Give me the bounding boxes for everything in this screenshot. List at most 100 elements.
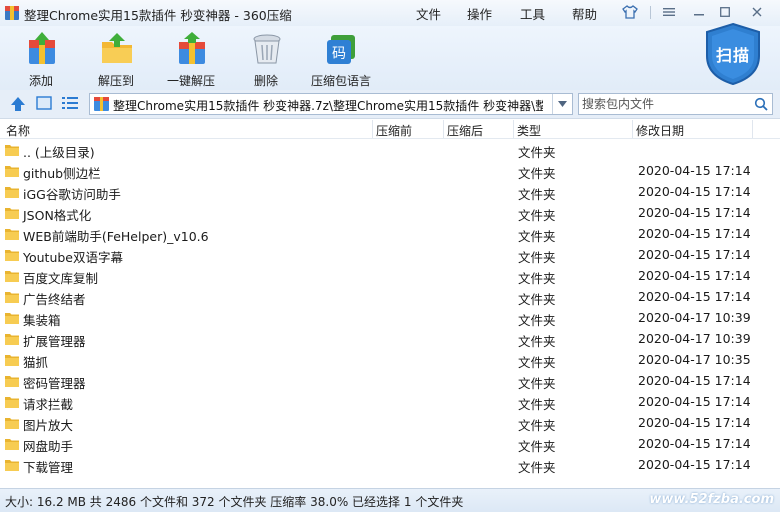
menu-tools[interactable]: 工具 bbox=[520, 4, 545, 23]
file-name: 请求拦截 bbox=[23, 397, 74, 412]
folder-icon bbox=[5, 353, 19, 367]
up-arrow-icon[interactable] bbox=[10, 96, 26, 112]
search-input[interactable] bbox=[582, 96, 750, 112]
column-after[interactable]: 压缩后 bbox=[447, 122, 483, 139]
table-row[interactable]: 广告终结者 文件夹 2020-04-15 17:14 bbox=[0, 287, 780, 308]
shirt-icon bbox=[622, 5, 638, 19]
table-row[interactable]: iGG谷歌访问助手 文件夹 2020-04-15 17:14 bbox=[0, 182, 780, 203]
chevron-down-icon bbox=[558, 101, 567, 107]
table-row[interactable]: Youtube双语字幕 文件夹 2020-04-15 17:14 bbox=[0, 245, 780, 266]
file-list-header: 名称 压缩前 压缩后 类型 修改日期 bbox=[0, 119, 780, 139]
file-type: 文件夹 bbox=[518, 229, 556, 244]
main-menu-button[interactable] bbox=[658, 3, 680, 21]
details-view-icon[interactable] bbox=[62, 96, 78, 110]
search-icon[interactable] bbox=[754, 97, 768, 111]
table-row[interactable]: 百度文库复制 文件夹 2020-04-15 17:14 bbox=[0, 266, 780, 287]
close-button[interactable] bbox=[746, 3, 768, 21]
folder-icon bbox=[5, 332, 19, 346]
folder-icon bbox=[5, 374, 19, 388]
delete-label: 删除 bbox=[253, 74, 278, 88]
file-modified-date: 2020-04-17 10:39 bbox=[638, 310, 751, 325]
add-button[interactable]: 添加 bbox=[6, 30, 76, 88]
archive-language-button[interactable]: 码 压缩包语言 bbox=[306, 30, 376, 88]
search-box bbox=[578, 93, 773, 115]
table-row[interactable]: 请求拦截 文件夹 2020-04-15 17:14 bbox=[0, 392, 780, 413]
archive-icon bbox=[94, 97, 109, 111]
menu-help[interactable]: 帮助 bbox=[572, 4, 597, 23]
file-modified-date: 2020-04-15 17:14 bbox=[638, 289, 751, 304]
table-row[interactable]: 网盘助手 文件夹 2020-04-15 17:14 bbox=[0, 434, 780, 455]
table-row[interactable]: 图片放大 文件夹 2020-04-15 17:14 bbox=[0, 413, 780, 434]
menu-file[interactable]: 文件 bbox=[416, 4, 441, 23]
skin-button[interactable] bbox=[619, 3, 641, 21]
table-row[interactable]: WEB前端助手(FeHelper)_v10.6 文件夹 2020-04-15 17:… bbox=[0, 224, 780, 245]
title-separator bbox=[650, 6, 651, 19]
table-row[interactable]: github侧边栏 文件夹 2020-04-15 17:14 bbox=[0, 161, 780, 182]
file-type: 文件夹 bbox=[518, 208, 556, 223]
file-name: iGG谷歌访问助手 bbox=[23, 187, 121, 202]
title-bar: 整理Chrome实用15款插件 秒变神器 - 360压缩 文件 操作 工具 帮助 bbox=[0, 0, 780, 26]
file-name: 广告终结者 bbox=[23, 292, 86, 307]
table-row[interactable]: 集装箱 文件夹 2020-04-17 10:39 bbox=[0, 308, 780, 329]
column-name[interactable]: 名称 bbox=[6, 122, 30, 139]
file-modified-date: 2020-04-15 17:14 bbox=[638, 457, 751, 472]
column-divider[interactable] bbox=[513, 120, 514, 138]
column-divider[interactable] bbox=[372, 120, 373, 138]
scan-button[interactable]: 扫描 bbox=[705, 42, 761, 66]
file-modified-date: 2020-04-15 17:14 bbox=[638, 268, 751, 283]
column-divider[interactable] bbox=[752, 120, 753, 138]
folder-icon bbox=[5, 143, 19, 157]
file-name: 集装箱 bbox=[23, 313, 61, 328]
file-name: .. (上级目录) bbox=[23, 145, 95, 160]
folder-icon bbox=[5, 248, 19, 262]
column-divider[interactable] bbox=[632, 120, 633, 138]
maximize-icon bbox=[720, 7, 730, 17]
address-dropdown-button[interactable] bbox=[552, 94, 572, 114]
window-title: 整理Chrome实用15款插件 秒变神器 - 360压缩 bbox=[24, 8, 292, 23]
language-code-icon: 码 bbox=[327, 35, 355, 64]
address-bar[interactable]: 整理Chrome实用15款插件 秒变神器.7z\整理Chrome实用15款插件 … bbox=[89, 93, 573, 115]
file-type: 文件夹 bbox=[518, 397, 556, 412]
extract-to-button[interactable]: 解压到 bbox=[81, 30, 151, 88]
menu-operations[interactable]: 操作 bbox=[467, 4, 492, 23]
table-row[interactable]: JSON格式化 文件夹 2020-04-15 17:14 bbox=[0, 203, 780, 224]
folder-icon bbox=[5, 185, 19, 199]
table-row[interactable]: 猫抓 文件夹 2020-04-17 10:35 bbox=[0, 350, 780, 371]
file-modified-date: 2020-04-15 17:14 bbox=[638, 373, 751, 388]
menu-lines-icon bbox=[663, 8, 675, 16]
column-compressed[interactable]: 压缩前 bbox=[376, 122, 412, 139]
table-row[interactable]: .. (上级目录) 文件夹 bbox=[0, 140, 780, 161]
app-logo-icon bbox=[5, 6, 19, 20]
column-type[interactable]: 类型 bbox=[517, 122, 541, 139]
table-row[interactable]: 密码管理器 文件夹 2020-04-15 17:14 bbox=[0, 371, 780, 392]
folder-icon bbox=[5, 290, 19, 304]
file-list: 名称 压缩前 压缩后 类型 修改日期 .. (上级目录) 文件夹 github侧边栏… bbox=[0, 118, 780, 488]
address-path[interactable]: 整理Chrome实用15款插件 秒变神器.7z\整理Chrome实用15款插件 … bbox=[113, 97, 543, 114]
file-type: 文件夹 bbox=[518, 187, 556, 202]
folder-icon bbox=[5, 437, 19, 451]
minimize-button[interactable] bbox=[688, 3, 710, 21]
language-glyph: 码 bbox=[332, 46, 346, 62]
watermark: www.52fzba.com bbox=[649, 492, 774, 507]
maximize-button[interactable] bbox=[714, 3, 736, 21]
file-type: 文件夹 bbox=[518, 313, 556, 328]
file-modified-date: 2020-04-15 17:14 bbox=[638, 205, 751, 220]
delete-button[interactable]: 删除 bbox=[231, 30, 301, 88]
file-name: JSON格式化 bbox=[23, 208, 92, 223]
file-type: 文件夹 bbox=[518, 250, 556, 265]
file-name: github侧边栏 bbox=[23, 166, 101, 181]
one-click-extract-label: 一键解压 bbox=[166, 74, 215, 88]
trash-can-icon bbox=[253, 34, 281, 64]
file-modified-date: 2020-04-15 17:14 bbox=[638, 436, 751, 451]
table-row[interactable]: 下载管理 文件夹 2020-04-15 17:14 bbox=[0, 455, 780, 476]
file-type: 文件夹 bbox=[518, 334, 556, 349]
status-text: 大小: 16.2 MB 共 2486 个文件和 372 个文件夹 压缩率 38.… bbox=[5, 495, 464, 509]
file-type: 文件夹 bbox=[518, 376, 556, 391]
large-icons-view-icon[interactable] bbox=[36, 96, 52, 110]
file-rows: .. (上级目录) 文件夹 github侧边栏 文件夹 2020-04-15 17:14… bbox=[0, 140, 780, 476]
column-divider[interactable] bbox=[443, 120, 444, 138]
extract-to-label: 解压到 bbox=[97, 74, 134, 88]
one-click-extract-button[interactable]: 一键解压 bbox=[156, 30, 226, 88]
table-row[interactable]: 扩展管理器 文件夹 2020-04-17 10:39 bbox=[0, 329, 780, 350]
column-modified[interactable]: 修改日期 bbox=[636, 122, 684, 139]
